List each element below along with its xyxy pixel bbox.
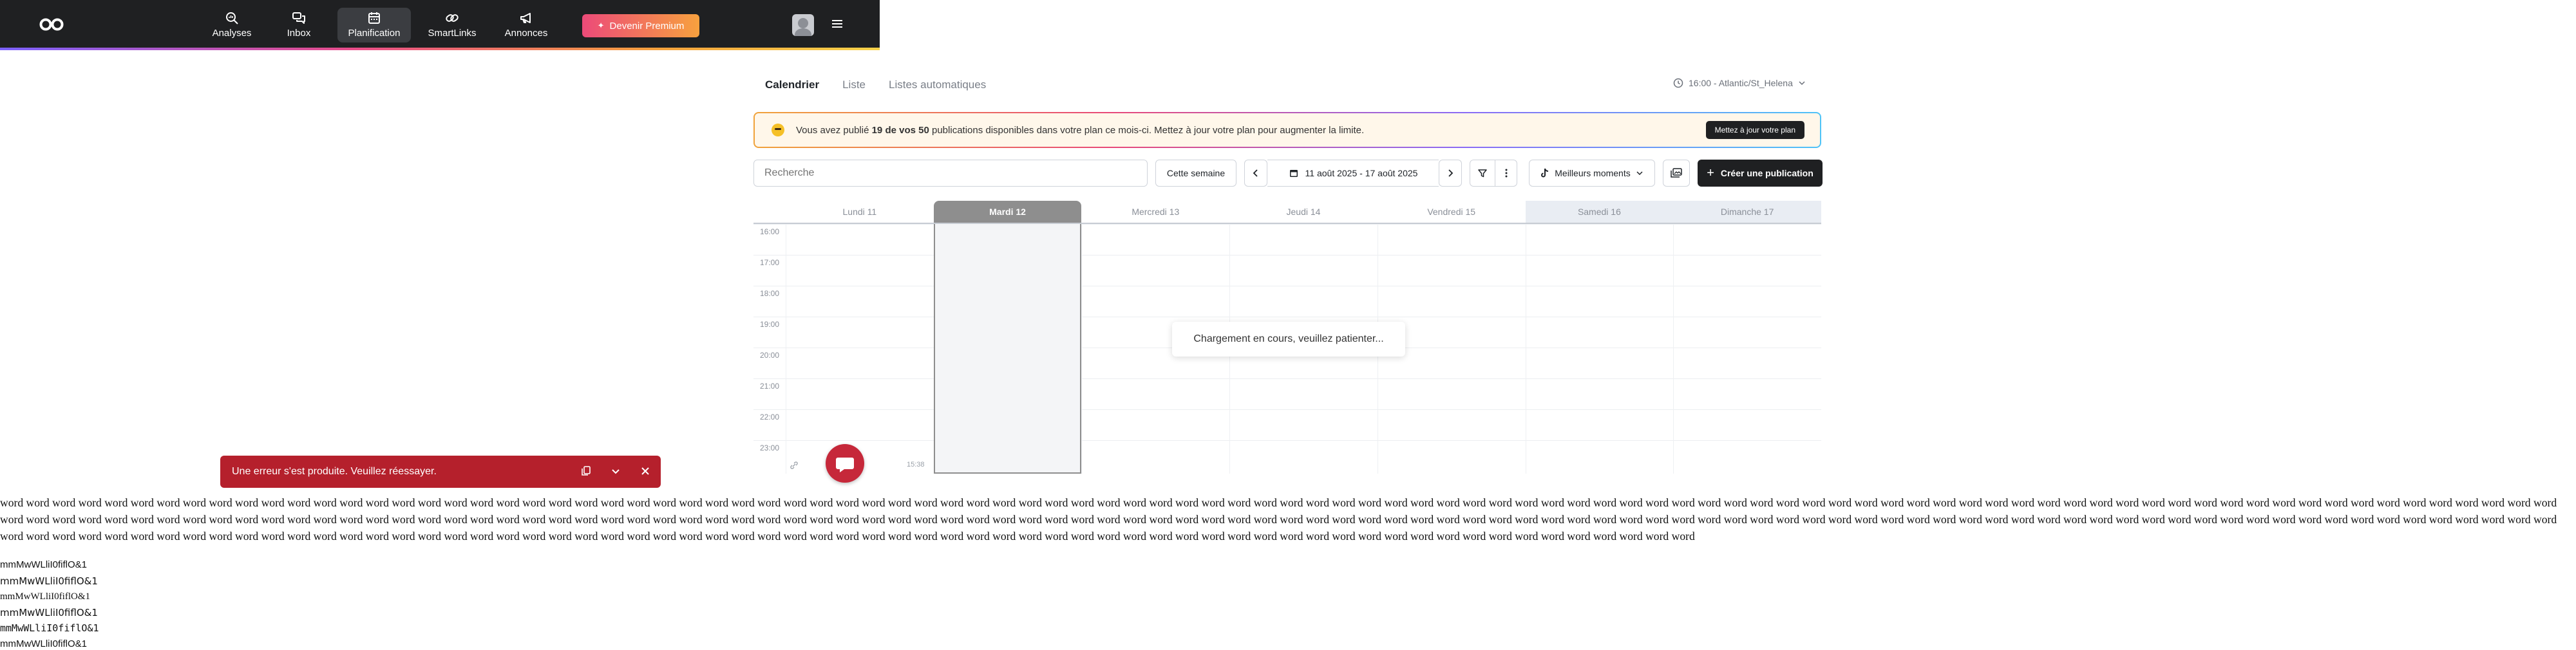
- next-week-button[interactable]: [1439, 160, 1462, 187]
- date-range-picker[interactable]: 11 août 2025 - 17 août 2025: [1267, 160, 1439, 187]
- become-premium-button[interactable]: ✦ Devenir Premium: [582, 14, 699, 37]
- nav-label: Planification: [348, 28, 401, 39]
- premium-label: Devenir Premium: [609, 20, 685, 32]
- day-header[interactable]: Mardi 12: [933, 201, 1082, 223]
- nav-item-annonces[interactable]: Annonces: [491, 8, 561, 42]
- chevron-down-icon: [1636, 171, 1643, 176]
- tab-calendrier[interactable]: Calendrier: [753, 76, 831, 98]
- day-header[interactable]: Lundi 11: [786, 201, 934, 223]
- copy-icon[interactable]: [580, 465, 592, 478]
- day-column[interactable]: [1673, 224, 1821, 474]
- avatar[interactable]: [792, 14, 814, 36]
- chevron-right-icon: [1448, 169, 1454, 177]
- clock-icon: [1673, 78, 1683, 88]
- error-toast: Une erreur s'est produite. Veuillez rées…: [220, 456, 661, 488]
- media-library-button[interactable]: [1663, 160, 1690, 187]
- hour-label: 19:00: [760, 320, 780, 329]
- hour-label: 16:00: [760, 227, 780, 236]
- chat-icon: [836, 458, 854, 472]
- filter-button[interactable]: [1470, 160, 1495, 187]
- font-sample-line: mmMwWLliI0fiflO&1: [0, 622, 99, 634]
- best-moments-label: Meilleurs moments: [1555, 168, 1631, 178]
- plan-limit-banner: Vous avez publié 19 de vos 50 publicatio…: [753, 112, 1821, 148]
- more-options-button[interactable]: [1495, 160, 1517, 187]
- best-moments-dropdown[interactable]: Meilleurs moments: [1529, 160, 1655, 187]
- font-sample-line: mmMwWLliI0fiflO&1: [0, 638, 88, 649]
- chat-launcher-button[interactable]: [826, 444, 864, 483]
- hour-label: 21:00: [760, 382, 780, 391]
- chat-bubbles-icon: [292, 12, 305, 24]
- current-time-marker: 15:38: [907, 461, 925, 469]
- nav-label: Annonces: [504, 28, 548, 39]
- brand-stripe: [0, 48, 880, 50]
- banner-text-after: publications disponibles dans votre plan…: [929, 124, 1365, 136]
- loading-indicator: Chargement en cours, veuillez patienter.…: [1172, 322, 1405, 357]
- banner-text: Vous avez publié 19 de vos 50 publicatio…: [796, 125, 1364, 136]
- create-post-button[interactable]: + Créer une publication: [1698, 160, 1823, 187]
- tab-listes-automatiques[interactable]: Listes automatiques: [877, 76, 998, 98]
- menu-icon[interactable]: [831, 18, 844, 30]
- nav-label: Inbox: [287, 28, 311, 39]
- this-week-button[interactable]: Cette semaine: [1155, 160, 1236, 187]
- close-icon[interactable]: [639, 465, 652, 478]
- font-sample-line: mmMwWLliI0fiflO&1: [0, 575, 98, 587]
- nav-item-planification[interactable]: Planification: [337, 8, 411, 42]
- hour-label: 20:00: [760, 351, 780, 360]
- filter-icon: [1478, 169, 1487, 178]
- logo-icon[interactable]: [39, 17, 64, 32]
- day-header[interactable]: Samedi 16: [1525, 201, 1674, 223]
- hour-label: 18:00: [760, 289, 780, 298]
- previous-week-button[interactable]: [1244, 160, 1267, 187]
- font-sample-line: mmMwWLliI0fiflO&1: [0, 591, 90, 602]
- calendar-day-headers: Lundi 11 Mardi 12 Mercredi 13 Jeudi 14 Vendr…: [753, 201, 1821, 224]
- nav-item-analyses[interactable]: Analyses: [197, 8, 267, 42]
- images-icon: [1671, 168, 1682, 178]
- day-column[interactable]: [933, 224, 1082, 474]
- tab-liste[interactable]: Liste: [831, 76, 877, 98]
- font-sample-line: mmMwWLliI0fiflO&1: [0, 559, 88, 570]
- emoji-icon: [772, 124, 784, 136]
- search-input[interactable]: [753, 160, 1148, 187]
- timezone-label: 16:00 - Atlantic/St_Helena: [1689, 78, 1793, 88]
- sparkle-icon: ✦: [597, 21, 605, 30]
- font-sample-line: mmMwWLliI0fiflO&1: [0, 606, 98, 618]
- hour-label: 22:00: [760, 413, 780, 422]
- tiktok-icon: [1541, 168, 1549, 178]
- day-header[interactable]: Vendredi 15: [1378, 201, 1526, 223]
- zoom-chart-icon: [226, 12, 238, 24]
- day-column[interactable]: [786, 224, 934, 474]
- chevron-down-icon[interactable]: [609, 465, 622, 478]
- create-post-label: Créer une publication: [1720, 168, 1814, 178]
- banner-text-bold: 19 de vos 50: [871, 124, 929, 136]
- day-header[interactable]: Jeudi 14: [1229, 201, 1378, 223]
- upgrade-plan-button[interactable]: Mettez à jour votre plan: [1705, 121, 1804, 139]
- nav-item-inbox[interactable]: Inbox: [264, 8, 334, 42]
- hour-label: 23:00: [760, 443, 780, 452]
- top-navbar: Analyses Inbox Planification SmartLinks: [0, 0, 880, 50]
- calendar-icon: [368, 12, 380, 24]
- chevron-down-icon: [1799, 81, 1805, 86]
- nav-label: Analyses: [212, 28, 252, 39]
- nav-label: SmartLinks: [428, 28, 477, 39]
- day-column[interactable]: [1525, 224, 1674, 474]
- filler-text: word word word word word word word word …: [0, 496, 2557, 543]
- link-icon: [446, 14, 459, 22]
- font-samples: mmMwWLliI0fiflO&1 mmMwWLliI0fiflO&1 mmMw…: [0, 557, 99, 650]
- day-header[interactable]: Mercredi 13: [1081, 201, 1229, 223]
- chevron-left-icon: [1253, 169, 1258, 177]
- timezone-selector[interactable]: 16:00 - Atlantic/St_Helena: [1673, 78, 1806, 88]
- error-message: Une erreur s'est produite. Veuillez rées…: [232, 466, 437, 477]
- vertical-dots-icon: [1505, 169, 1507, 178]
- megaphone-icon: [520, 13, 531, 23]
- link-icon: [790, 461, 798, 469]
- banner-text-before: Vous avez publié: [796, 124, 872, 136]
- plus-icon: +: [1707, 165, 1714, 180]
- view-tabs: Calendrier Liste Listes automatiques: [753, 76, 998, 98]
- calendar-icon: [1289, 170, 1298, 177]
- nav-item-smartlinks[interactable]: SmartLinks: [417, 8, 488, 42]
- hour-label: 17:00: [760, 258, 780, 267]
- day-header[interactable]: Dimanche 17: [1673, 201, 1821, 223]
- date-range-label: 11 août 2025 - 17 août 2025: [1305, 168, 1418, 178]
